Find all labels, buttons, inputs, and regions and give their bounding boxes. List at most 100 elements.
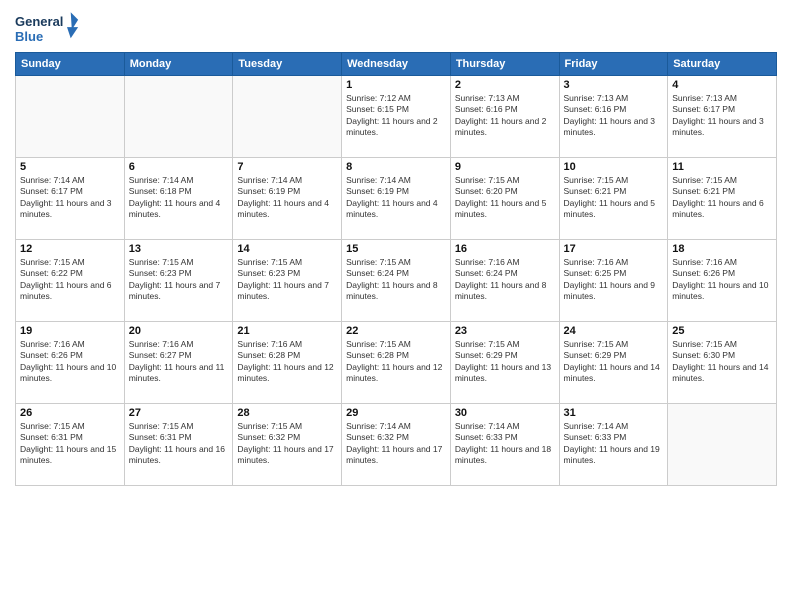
calendar-header-tuesday: Tuesday xyxy=(233,53,342,76)
calendar-week-1: 5 Sunrise: 7:14 AMSunset: 6:17 PMDaylight… xyxy=(16,158,777,240)
day-info: Sunrise: 7:15 AMSunset: 6:29 PMDaylight:… xyxy=(564,339,664,385)
calendar-cell: 23Sunrise: 7:15 AMSunset: 6:29 PMDayligh… xyxy=(450,322,559,404)
calendar-cell: 29 Sunrise: 7:14 AMSunset: 6:32 PMDayligh… xyxy=(342,404,451,486)
day-info: Sunrise: 7:16 AMSunset: 6:26 PMDaylight:… xyxy=(672,257,772,303)
day-info: Sunrise: 7:16 AMSunset: 6:24 PMDaylight:… xyxy=(455,257,555,303)
calendar-cell: 3 Sunrise: 7:13 AMSunset: 6:16 PMDaylight… xyxy=(559,76,668,158)
day-number: 15 xyxy=(346,243,446,255)
calendar: SundayMondayTuesdayWednesdayThursdayFrid… xyxy=(15,52,777,486)
day-info: Sunrise: 7:14 AMSunset: 6:33 PMDaylight:… xyxy=(455,421,555,467)
day-info: Sunrise: 7:15 AMSunset: 6:22 PMDaylight:… xyxy=(20,257,120,303)
day-info: Sunrise: 7:14 AMSunset: 6:32 PMDaylight:… xyxy=(346,421,446,467)
calendar-cell: 11 Sunrise: 7:15 AMSunset: 6:21 PMDayligh… xyxy=(668,158,777,240)
logo-icon: General Blue xyxy=(15,10,80,48)
calendar-week-4: 26 Sunrise: 7:15 AMSunset: 6:31 PMDayligh… xyxy=(16,404,777,486)
calendar-week-2: 12 Sunrise: 7:15 AMSunset: 6:22 PMDayligh… xyxy=(16,240,777,322)
calendar-cell: 28 Sunrise: 7:15 AMSunset: 6:32 PMDayligh… xyxy=(233,404,342,486)
calendar-cell: 1 Sunrise: 7:12 AMSunset: 6:15 PMDaylight… xyxy=(342,76,451,158)
day-number: 26 xyxy=(20,407,120,419)
day-number: 12 xyxy=(20,243,120,255)
day-info: Sunrise: 7:15 AMSunset: 6:23 PMDaylight:… xyxy=(129,257,229,303)
day-info: Sunrise: 7:15 AMSunset: 6:24 PMDaylight:… xyxy=(346,257,446,303)
day-info: Sunrise: 7:13 AMSunset: 6:16 PMDaylight:… xyxy=(564,93,664,139)
day-info: Sunrise: 7:15 AMSunset: 6:20 PMDaylight:… xyxy=(455,175,555,221)
calendar-cell: 8 Sunrise: 7:14 AMSunset: 6:19 PMDaylight… xyxy=(342,158,451,240)
day-info: Sunrise: 7:13 AMSunset: 6:17 PMDaylight:… xyxy=(672,93,772,139)
day-number: 4 xyxy=(672,79,772,91)
calendar-cell xyxy=(668,404,777,486)
day-info: Sunrise: 7:14 AMSunset: 6:18 PMDaylight:… xyxy=(129,175,229,221)
day-number: 30 xyxy=(455,407,555,419)
calendar-cell: 19 Sunrise: 7:16 AMSunset: 6:26 PMDayligh… xyxy=(16,322,125,404)
day-number: 3 xyxy=(564,79,664,91)
day-number: 1 xyxy=(346,79,446,91)
day-info: Sunrise: 7:15 AMSunset: 6:21 PMDaylight:… xyxy=(564,175,664,221)
day-number: 22 xyxy=(346,325,446,337)
calendar-cell: 25 Sunrise: 7:15 AMSunset: 6:30 PMDayligh… xyxy=(668,322,777,404)
day-info: Sunrise: 7:15 AMSunset: 6:31 PMDaylight:… xyxy=(20,421,120,467)
svg-text:Blue: Blue xyxy=(15,29,43,44)
calendar-header-saturday: Saturday xyxy=(668,53,777,76)
calendar-header-sunday: Sunday xyxy=(16,53,125,76)
day-number: 17 xyxy=(564,243,664,255)
day-info: Sunrise: 7:16 AMSunset: 6:27 PMDaylight:… xyxy=(129,339,229,385)
calendar-cell: 22Sunrise: 7:15 AMSunset: 6:28 PMDayligh… xyxy=(342,322,451,404)
calendar-cell: 7Sunrise: 7:14 AMSunset: 6:19 PMDaylight… xyxy=(233,158,342,240)
day-number: 14 xyxy=(237,243,337,255)
day-number: 31 xyxy=(564,407,664,419)
day-info: Sunrise: 7:15 AMSunset: 6:21 PMDaylight:… xyxy=(672,175,772,221)
calendar-header-monday: Monday xyxy=(124,53,233,76)
day-number: 7 xyxy=(237,161,337,173)
svg-text:General: General xyxy=(15,14,63,29)
calendar-cell: 16 Sunrise: 7:16 AMSunset: 6:24 PMDayligh… xyxy=(450,240,559,322)
calendar-cell xyxy=(233,76,342,158)
calendar-cell: 21Sunrise: 7:16 AMSunset: 6:28 PMDayligh… xyxy=(233,322,342,404)
calendar-header-row: SundayMondayTuesdayWednesdayThursdayFrid… xyxy=(16,53,777,76)
calendar-cell: 30 Sunrise: 7:14 AMSunset: 6:33 PMDayligh… xyxy=(450,404,559,486)
calendar-cell: 26 Sunrise: 7:15 AMSunset: 6:31 PMDayligh… xyxy=(16,404,125,486)
calendar-cell: 14 Sunrise: 7:15 AMSunset: 6:23 PMDayligh… xyxy=(233,240,342,322)
day-number: 18 xyxy=(672,243,772,255)
day-number: 28 xyxy=(237,407,337,419)
calendar-cell: 17 Sunrise: 7:16 AMSunset: 6:25 PMDayligh… xyxy=(559,240,668,322)
day-number: 19 xyxy=(20,325,120,337)
day-info: Sunrise: 7:13 AMSunset: 6:16 PMDaylight:… xyxy=(455,93,555,139)
day-number: 25 xyxy=(672,325,772,337)
day-number: 5 xyxy=(20,161,120,173)
calendar-cell: 5 Sunrise: 7:14 AMSunset: 6:17 PMDaylight… xyxy=(16,158,125,240)
calendar-cell: 6Sunrise: 7:14 AMSunset: 6:18 PMDaylight… xyxy=(124,158,233,240)
header: General Blue xyxy=(15,10,777,48)
calendar-cell: 27Sunrise: 7:15 AMSunset: 6:31 PMDayligh… xyxy=(124,404,233,486)
calendar-cell xyxy=(124,76,233,158)
day-number: 2 xyxy=(455,79,555,91)
day-number: 24 xyxy=(564,325,664,337)
day-info: Sunrise: 7:14 AMSunset: 6:19 PMDaylight:… xyxy=(346,175,446,221)
calendar-header-wednesday: Wednesday xyxy=(342,53,451,76)
calendar-cell: 2 Sunrise: 7:13 AMSunset: 6:16 PMDaylight… xyxy=(450,76,559,158)
calendar-week-0: 1 Sunrise: 7:12 AMSunset: 6:15 PMDaylight… xyxy=(16,76,777,158)
logo: General Blue xyxy=(15,10,80,48)
day-info: Sunrise: 7:14 AMSunset: 6:17 PMDaylight:… xyxy=(20,175,120,221)
calendar-cell xyxy=(16,76,125,158)
day-number: 16 xyxy=(455,243,555,255)
calendar-cell: 24 Sunrise: 7:15 AMSunset: 6:29 PMDayligh… xyxy=(559,322,668,404)
day-number: 11 xyxy=(672,161,772,173)
day-info: Sunrise: 7:16 AMSunset: 6:26 PMDaylight:… xyxy=(20,339,120,385)
page: General Blue SundayMondayTuesdayWednesda… xyxy=(0,0,792,612)
day-info: Sunrise: 7:12 AMSunset: 6:15 PMDaylight:… xyxy=(346,93,446,139)
day-info: Sunrise: 7:15 AMSunset: 6:29 PMDaylight:… xyxy=(455,339,555,385)
calendar-header-friday: Friday xyxy=(559,53,668,76)
calendar-cell: 13 Sunrise: 7:15 AMSunset: 6:23 PMDayligh… xyxy=(124,240,233,322)
day-info: Sunrise: 7:16 AMSunset: 6:28 PMDaylight:… xyxy=(237,339,337,385)
calendar-cell: 15 Sunrise: 7:15 AMSunset: 6:24 PMDayligh… xyxy=(342,240,451,322)
day-number: 10 xyxy=(564,161,664,173)
day-number: 20 xyxy=(129,325,229,337)
day-number: 13 xyxy=(129,243,229,255)
day-number: 8 xyxy=(346,161,446,173)
day-number: 29 xyxy=(346,407,446,419)
day-info: Sunrise: 7:15 AMSunset: 6:30 PMDaylight:… xyxy=(672,339,772,385)
day-info: Sunrise: 7:15 AMSunset: 6:23 PMDaylight:… xyxy=(237,257,337,303)
day-info: Sunrise: 7:16 AMSunset: 6:25 PMDaylight:… xyxy=(564,257,664,303)
day-info: Sunrise: 7:15 AMSunset: 6:32 PMDaylight:… xyxy=(237,421,337,467)
calendar-cell: 9Sunrise: 7:15 AMSunset: 6:20 PMDaylight… xyxy=(450,158,559,240)
